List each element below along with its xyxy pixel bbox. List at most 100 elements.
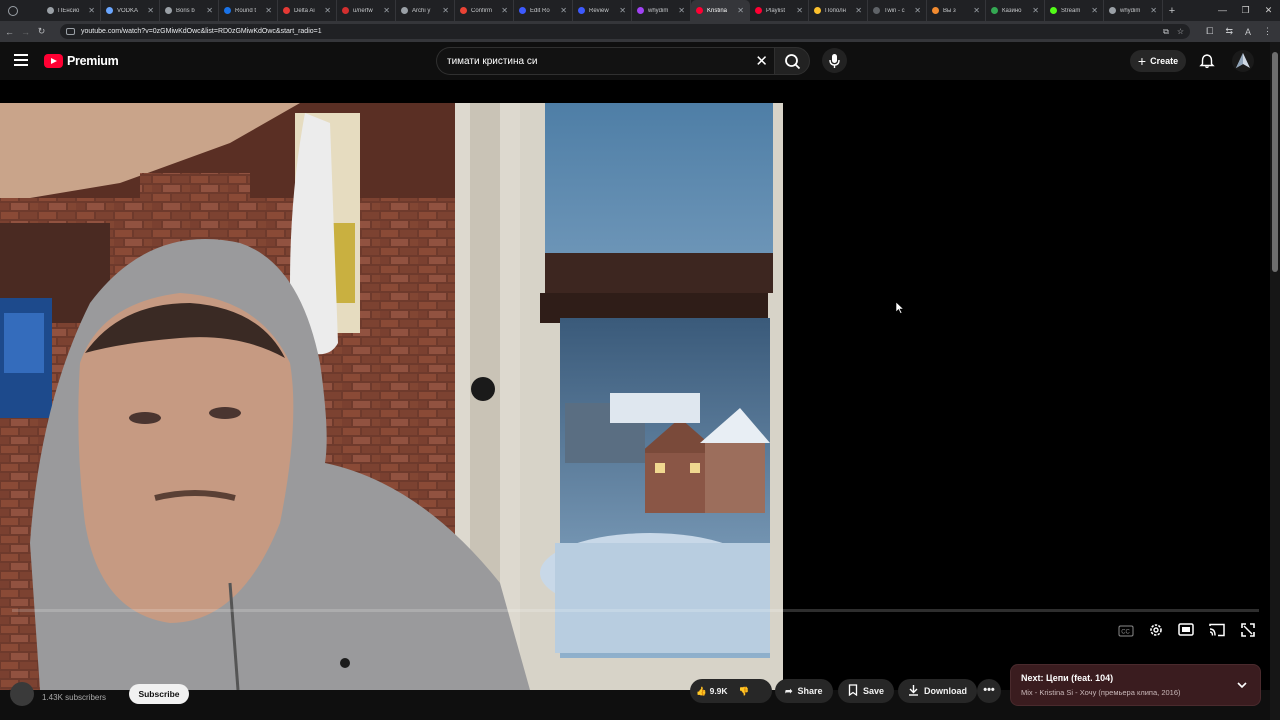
plus-icon: + [1137, 53, 1147, 69]
browser-tab[interactable]: Playlist ✕ [750, 0, 809, 21]
menu-kebab-icon[interactable]: ⋮ [1263, 26, 1272, 37]
page-scrollbar[interactable] [1270, 42, 1280, 720]
tab-close-icon[interactable]: ✕ [265, 6, 272, 15]
tab-close-icon[interactable]: ✕ [796, 6, 803, 15]
tab-close-icon[interactable]: ✕ [1150, 6, 1157, 15]
browser-tab[interactable]: Edit Ro ✕ [514, 0, 573, 21]
cast-icon[interactable] [1208, 623, 1226, 642]
tab-title: Пополн [825, 7, 846, 14]
tab-close-icon[interactable]: ✕ [619, 6, 626, 15]
video-progress-bar[interactable] [12, 609, 1259, 612]
bookmark-star-icon[interactable]: ☆ [1177, 27, 1184, 36]
restore-icon[interactable]: ❐ [1234, 0, 1257, 21]
tab-close-icon[interactable]: ✕ [501, 6, 508, 15]
tab-favicon-icon [165, 7, 172, 14]
browser-tab[interactable]: Пополн ✕ [809, 0, 868, 21]
tab-close-icon[interactable]: ✕ [442, 6, 449, 15]
account-avatar[interactable] [1232, 50, 1254, 72]
video-frame[interactable] [0, 103, 783, 690]
browser-tab[interactable]: Казино ✕ [986, 0, 1045, 21]
profile-icon[interactable]: A [1245, 27, 1251, 37]
tab-close-icon[interactable]: ✕ [560, 6, 567, 15]
tab-close-icon[interactable]: ✕ [973, 6, 980, 15]
clear-search-icon[interactable]: ✕ [755, 52, 768, 70]
tab-title: Kristina [707, 7, 728, 14]
browser-tab[interactable]: ПЕнсио ✕ [42, 0, 101, 21]
browser-tab[interactable]: Вы з ✕ [927, 0, 986, 21]
extensions-icon[interactable]: ⧠ [1206, 26, 1213, 37]
video-player[interactable]: CC [0, 80, 1270, 690]
tab-title: ПЕнсио [58, 7, 80, 14]
like-icon[interactable]: 👍 [696, 686, 707, 697]
tab-title: whydim [648, 7, 669, 14]
tab-close-icon[interactable]: ✕ [1032, 6, 1039, 15]
miniplayer-icon[interactable] [1178, 623, 1194, 642]
tab-close-icon[interactable]: ✕ [147, 6, 154, 15]
like-count[interactable]: 9.9K [710, 686, 728, 696]
reload-icon[interactable]: ↻ [35, 26, 48, 37]
close-window-icon[interactable]: ✕ [1257, 0, 1280, 21]
voice-search-button[interactable] [822, 48, 847, 73]
save-button[interactable]: Save [838, 679, 895, 703]
browser-tab[interactable]: Boris b ✕ [160, 0, 219, 21]
tab-title: Round t [235, 7, 257, 14]
browser-tab[interactable]: whydim ✕ [632, 0, 691, 21]
tab-close-icon[interactable]: ✕ [88, 6, 95, 15]
tab-favicon-icon [342, 7, 349, 14]
search-button[interactable] [774, 47, 810, 75]
browser-tab[interactable]: Confirm ✕ [455, 0, 514, 21]
youtube-header: Premium тимати кристина си ✕ + Create [0, 42, 1270, 80]
address-bar[interactable]: youtube.com/watch?v=0zGMiwKdOwc&list=RD0… [60, 24, 1190, 39]
tab-favicon-icon [1050, 7, 1057, 14]
channel-avatar[interactable] [10, 682, 34, 706]
player-controls-right: CC [1118, 622, 1256, 643]
browser-tab[interactable]: Kristina ✕ [691, 0, 750, 21]
browser-tab[interactable]: Review ✕ [573, 0, 632, 21]
hamburger-menu-icon[interactable] [14, 54, 28, 66]
browser-tab[interactable]: u/nerfw ✕ [337, 0, 396, 21]
browser-tab[interactable]: VODKA ✕ [101, 0, 160, 21]
share-button[interactable]: ➦ Share [775, 679, 833, 703]
scrollbar-thumb[interactable] [1272, 52, 1278, 272]
tab-close-icon[interactable]: ✕ [383, 6, 390, 15]
browser-tab[interactable]: Archi y ✕ [396, 0, 455, 21]
subtitles-cc-icon[interactable]: CC [1118, 624, 1134, 642]
cast-icon[interactable]: ⇆ [1225, 26, 1233, 37]
youtube-logo[interactable]: Premium [44, 54, 119, 68]
new-tab-button[interactable]: + [1163, 5, 1181, 17]
tab-close-icon[interactable]: ✕ [678, 6, 685, 15]
tab-search-icon[interactable] [8, 5, 18, 16]
save-bookmark-icon [848, 684, 858, 698]
open-in-app-icon[interactable]: ⧉ [1163, 27, 1169, 37]
settings-gear-icon[interactable] [1148, 622, 1164, 643]
browser-tab[interactable]: Round t ✕ [219, 0, 278, 21]
tab-close-icon[interactable]: ✕ [324, 6, 331, 15]
browser-tab[interactable]: Twin - c ✕ [868, 0, 927, 21]
tab-close-icon[interactable]: ✕ [914, 6, 921, 15]
tab-close-icon[interactable]: ✕ [206, 6, 213, 15]
search-input[interactable]: тимати кристина си ✕ [436, 47, 774, 75]
tab-favicon-icon [991, 7, 998, 14]
browser-tab[interactable]: Stream ✕ [1045, 0, 1104, 21]
browser-tab-strip: ПЕнсио ✕ VODKA ✕ Boris b ✕ Round t ✕ Delta Ai ✕ u/… [0, 0, 1280, 21]
chevron-down-icon[interactable] [1236, 678, 1248, 696]
tab-close-icon[interactable]: ✕ [1091, 6, 1098, 15]
minimize-icon[interactable]: — [1211, 0, 1234, 21]
browser-tab[interactable]: Delta Ai ✕ [278, 0, 337, 21]
download-button[interactable]: Download [898, 679, 977, 703]
tab-close-icon[interactable]: ✕ [855, 6, 862, 15]
site-info-icon[interactable] [66, 28, 75, 35]
tab-close-icon[interactable]: ✕ [737, 6, 744, 15]
subscribe-button[interactable]: Subscribe [129, 684, 189, 704]
youtube-play-logo-icon [44, 54, 63, 68]
forward-icon[interactable]: → [19, 27, 32, 37]
create-button[interactable]: + Create [1130, 50, 1186, 72]
back-icon[interactable]: ← [3, 27, 16, 37]
more-actions-button[interactable]: ••• [977, 679, 1001, 703]
fullscreen-icon[interactable] [1240, 622, 1256, 643]
notifications-bell-icon[interactable] [1199, 53, 1215, 74]
browser-tab[interactable]: whydim ✕ [1104, 0, 1163, 21]
up-next-card[interactable]: Next: Цепи (feat. 104) Mix - Kristina Si… [1010, 664, 1261, 706]
tab-favicon-icon [401, 7, 408, 14]
dislike-icon[interactable]: 👎 [739, 686, 750, 697]
